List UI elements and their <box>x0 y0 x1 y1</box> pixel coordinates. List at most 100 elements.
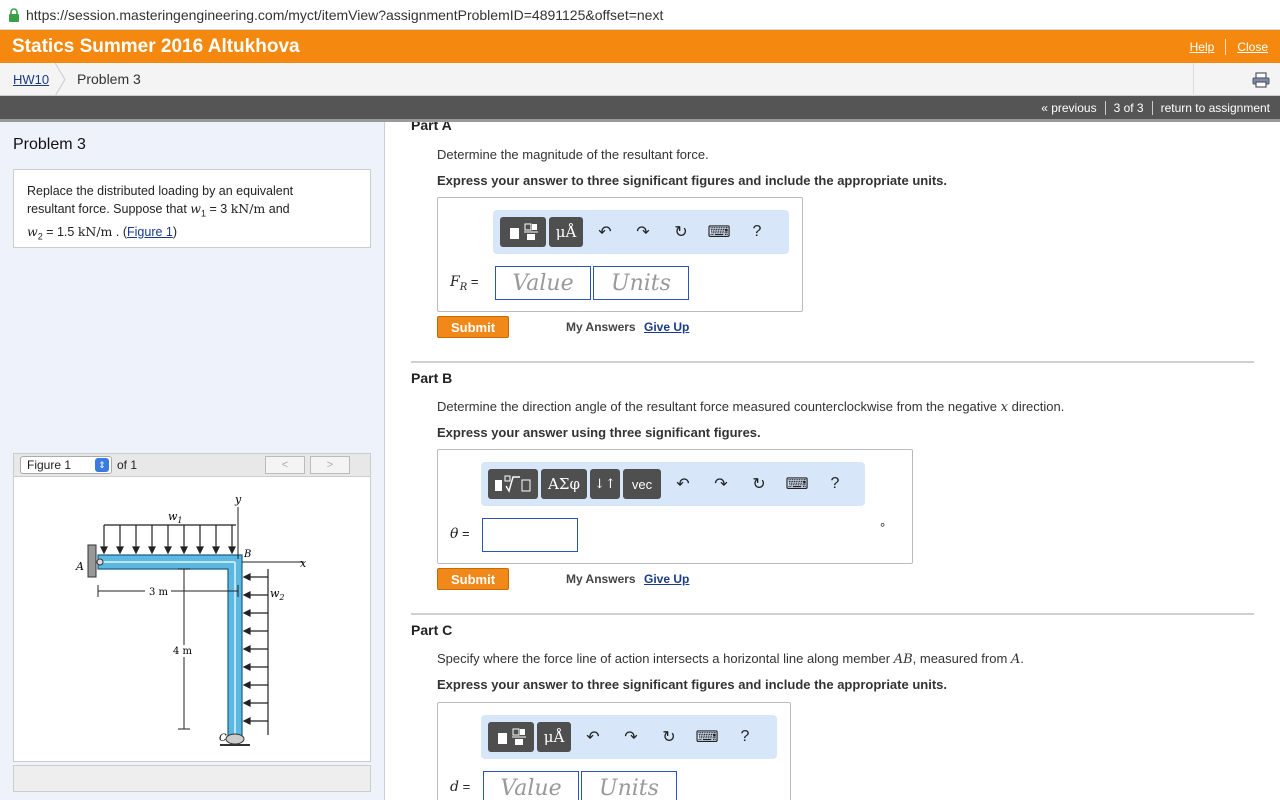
redo-icon[interactable]: ↷ <box>612 722 650 752</box>
units-button[interactable]: μÅ <box>549 217 583 247</box>
fr-units-input[interactable]: Units <box>593 266 689 300</box>
help-icon[interactable]: ? <box>738 217 776 247</box>
breadcrumb: HW10 Problem 3 <box>0 63 1280 96</box>
question-text: Determine the direction angle of the res… <box>437 399 1001 414</box>
return-to-assignment-link[interactable]: return to assignment <box>1161 101 1270 115</box>
redo-icon[interactable]: ↷ <box>702 469 740 499</box>
part-b-math-toolbar: ΑΣφ ↓↑ vec ↶ ↷ ↻ ⌨ ? <box>481 462 865 506</box>
label-a: A <box>75 560 84 573</box>
figure-select[interactable]: Figure 1 ⇕ <box>20 456 112 474</box>
template-button[interactable] <box>488 722 534 752</box>
label-w1: w1 <box>168 510 183 525</box>
breadcrumb-assignment-link[interactable]: HW10 <box>13 72 49 87</box>
question-variable: AB <box>893 652 913 667</box>
pin-support-a <box>87 544 97 578</box>
part-a-answer-box: μÅ ↶ ↷ ↻ ⌨ ? FR = Value Units <box>437 197 803 312</box>
theta-input[interactable] <box>482 518 578 552</box>
previous-link[interactable]: « previous <box>1041 101 1096 115</box>
keyboard-icon[interactable]: ⌨ <box>688 722 726 752</box>
figure-select-value: Figure 1 <box>27 458 72 472</box>
fr-label: FR = <box>450 274 479 293</box>
part-b-label: Part B <box>411 370 453 386</box>
question-variable: x <box>1000 400 1008 415</box>
template-button[interactable] <box>500 217 546 247</box>
part-b-my-answers[interactable]: My Answers <box>566 572 636 586</box>
figure-link[interactable]: Figure 1 <box>127 225 173 239</box>
address-bar[interactable]: https://session.masteringengineering.com… <box>0 0 1280 30</box>
beam-diagram: w1 w2 y x A B C 3 m 4 m <box>75 493 307 746</box>
header-links: Help Close <box>1190 38 1268 55</box>
nav-separator <box>1151 100 1153 115</box>
nav-separator <box>1104 100 1106 115</box>
reset-icon[interactable]: ↻ <box>650 722 688 752</box>
figure-next-button[interactable]: > <box>310 456 350 474</box>
figure-footer <box>13 765 371 792</box>
undo-icon[interactable]: ↶ <box>574 722 612 752</box>
d-value-input[interactable]: Value <box>483 771 579 800</box>
statement-line: w2 = 1.5 kN/m . (Figure 1) <box>27 223 357 246</box>
part-a-submit-button[interactable]: Submit <box>437 316 509 338</box>
part-a-question: Determine the magnitude of the resultant… <box>437 147 709 162</box>
unit-kn-m: kN/m <box>77 223 113 239</box>
part-a-instruction: Express your answer to three significant… <box>437 173 947 188</box>
undo-icon[interactable]: ↶ <box>586 217 624 247</box>
part-c-question: Specify where the force line of action i… <box>437 651 1024 667</box>
reset-icon[interactable]: ↻ <box>662 217 700 247</box>
part-b-submit-button[interactable]: Submit <box>437 568 509 590</box>
close-link[interactable]: Close <box>1237 40 1268 54</box>
w1-symbol: w <box>190 201 201 216</box>
part-a-my-answers[interactable]: My Answers <box>566 320 636 334</box>
statement-text: ) <box>172 224 178 239</box>
statement-line: resultant force. Suppose that w1 = 3 kN/… <box>27 200 357 223</box>
w2-load-arrows <box>242 573 268 725</box>
breadcrumb-chevron-icon <box>54 63 66 96</box>
keyboard-icon[interactable]: ⌨ <box>778 469 816 499</box>
label-w2: w2 <box>270 587 285 602</box>
course-title: Statics Summer 2016 Altukhova <box>12 35 300 57</box>
help-link[interactable]: Help <box>1190 40 1215 54</box>
w2-symbol: w <box>27 223 38 239</box>
reset-icon[interactable]: ↻ <box>740 469 778 499</box>
label-b: B <box>243 549 251 560</box>
undo-icon[interactable]: ↶ <box>664 469 702 499</box>
part-c-label: Part C <box>411 622 453 638</box>
d-units-input[interactable]: Units <box>581 771 677 800</box>
print-button[interactable] <box>1193 63 1280 96</box>
pin-a-icon <box>96 558 104 566</box>
breadcrumb-current-problem: Problem 3 <box>77 71 141 87</box>
problem-position: 3 of 3 <box>1113 100 1144 115</box>
theta-label: θ = <box>450 526 470 542</box>
vector-button[interactable]: vec <box>623 469 661 499</box>
l-shaped-member <box>97 554 243 740</box>
part-c-math-toolbar: μÅ ↶ ↷ ↻ ⌨ ? <box>481 715 777 759</box>
part-b-give-up-link[interactable]: Give Up <box>644 572 689 586</box>
label-4m: 4 m <box>173 646 193 657</box>
figure-prev-button[interactable]: < <box>265 456 305 474</box>
question-variable: A <box>1010 652 1021 667</box>
part-b-instruction: Express your answer using three signific… <box>437 425 761 440</box>
degree-unit: ° <box>880 520 886 535</box>
statement-line: Replace the distributed loading by an eq… <box>27 184 294 198</box>
template-button[interactable] <box>488 469 538 499</box>
part-a-give-up-link[interactable]: Give Up <box>644 320 689 334</box>
problem-panel: Problem 3 Replace the distributed loadin… <box>0 122 385 800</box>
help-icon[interactable]: ? <box>726 722 764 752</box>
lock-icon <box>9 7 19 22</box>
part-b-question: Determine the direction angle of the res… <box>437 399 1064 415</box>
sort-button[interactable]: ↓↑ <box>590 469 620 499</box>
help-icon[interactable]: ? <box>816 469 854 499</box>
problem-title: Problem 3 <box>13 136 86 153</box>
part-divider <box>411 361 1254 363</box>
fr-value-input[interactable]: Value <box>495 266 591 300</box>
redo-icon[interactable]: ↷ <box>624 217 662 247</box>
units-button[interactable]: μÅ <box>537 722 571 752</box>
figure-selector-bar: Figure 1 ⇕ of 1 < > <box>13 453 371 477</box>
figure-nav: < > <box>260 456 350 474</box>
part-c-instruction: Express your answer to three significant… <box>437 677 947 692</box>
support-c <box>225 733 245 745</box>
fraction-template-icon <box>498 728 526 745</box>
keyboard-icon[interactable]: ⌨ <box>700 217 738 247</box>
question-text: . <box>1020 651 1024 666</box>
figure-count: of 1 <box>117 458 138 472</box>
greek-symbols-button[interactable]: ΑΣφ <box>541 469 587 499</box>
